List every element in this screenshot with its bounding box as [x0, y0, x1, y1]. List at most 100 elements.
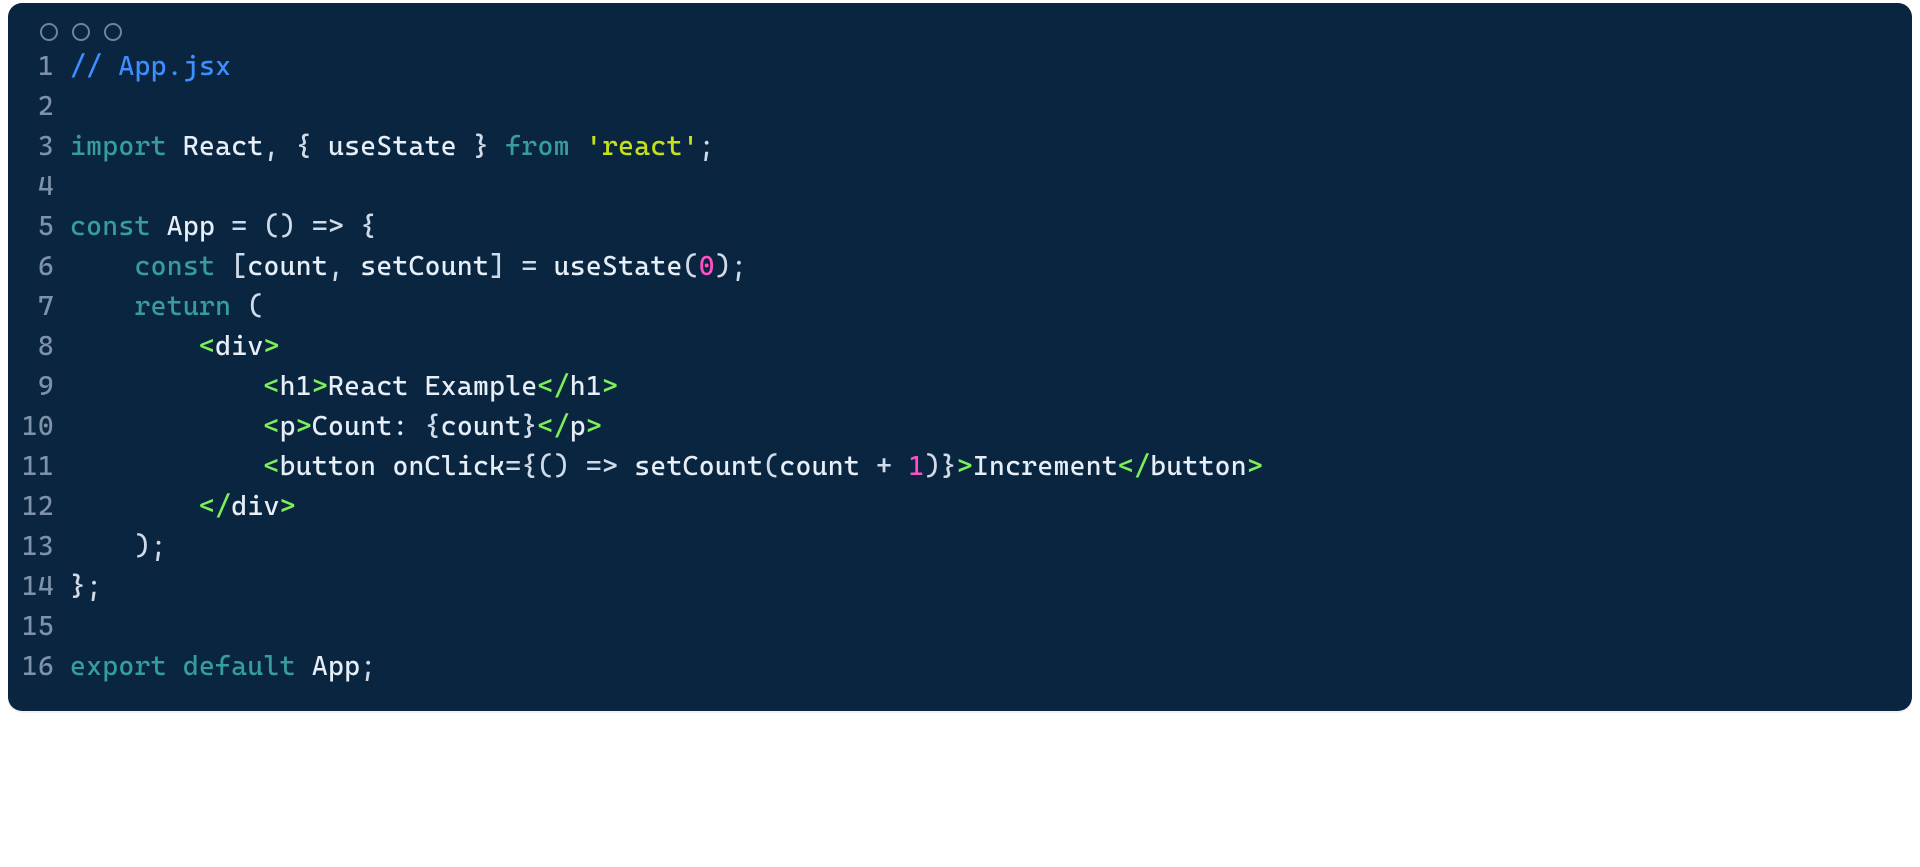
punct-token: = [521, 251, 537, 282]
tag-close-icon: > [602, 371, 618, 402]
punct-token: { [425, 411, 441, 442]
punct-token: ; [731, 251, 747, 282]
identifier-token: App [167, 211, 215, 242]
code-line: 4 [18, 167, 1902, 207]
code-content: </div> [70, 487, 296, 527]
punct-token: ; [86, 571, 102, 602]
punct-token: = [505, 451, 521, 482]
code-content: <p>Count: {count}</p> [70, 407, 602, 447]
punct-token: ; [360, 651, 376, 682]
identifier-token: count [779, 451, 860, 482]
code-content: export default App; [70, 647, 376, 687]
code-line: 7 return ( [18, 287, 1902, 327]
jsx-text-token: Increment [973, 451, 1118, 482]
tag-name-token: button [280, 451, 377, 482]
identifier-token: React [183, 131, 264, 162]
identifier-token: useState [328, 131, 457, 162]
code-content: <div> [70, 327, 280, 367]
code-content: }; [70, 567, 102, 607]
code-line: 3 import React, { useState } from 'react… [18, 127, 1902, 167]
tag-close-icon: > [312, 371, 328, 402]
punct-token: ) [924, 451, 940, 482]
tag-name-token: button [1150, 451, 1247, 482]
tag-open-icon: </ [1118, 451, 1150, 482]
punct-token: ; [699, 131, 715, 162]
jsx-text-token: React Example [328, 371, 538, 402]
tag-close-icon: > [586, 411, 602, 442]
punct-token: , [328, 251, 344, 282]
identifier-token: count [441, 411, 522, 442]
code-line: 11 <button onClick={() => setCount(count… [18, 447, 1902, 487]
punct-token: ( [683, 251, 699, 282]
tag-open-icon: < [263, 451, 279, 482]
code-content: const [count, setCount] = useState(0); [70, 247, 747, 287]
code-line: 5 const App = () => { [18, 207, 1902, 247]
punct-token: } [70, 571, 86, 602]
line-number: 4 [18, 167, 70, 207]
comment-token: // App.jsx [70, 51, 231, 82]
punct-token: ) [280, 211, 296, 242]
punct-token: } [941, 451, 957, 482]
keyword-token: import [70, 131, 167, 162]
code-editor-window: 1 // App.jsx 2 3 import React, { useStat… [8, 3, 1912, 711]
line-number: 8 [18, 327, 70, 367]
keyword-token: const [134, 251, 215, 282]
code-area[interactable]: 1 // App.jsx 2 3 import React, { useStat… [8, 47, 1912, 687]
tag-open-icon: < [199, 331, 215, 362]
line-number: 6 [18, 247, 70, 287]
keyword-token: from [505, 131, 569, 162]
code-content: return ( [70, 287, 263, 327]
tag-name-token: p [570, 411, 586, 442]
line-number: 9 [18, 367, 70, 407]
line-number: 16 [18, 647, 70, 687]
code-line: 16 export default App; [18, 647, 1902, 687]
line-number: 7 [18, 287, 70, 327]
window-minimize-icon[interactable] [72, 23, 90, 41]
tag-close-icon: > [280, 491, 296, 522]
tag-open-icon: </ [199, 491, 231, 522]
punct-token: ( [247, 291, 263, 322]
keyword-token: default [183, 651, 296, 682]
code-line: 6 const [count, setCount] = useState(0); [18, 247, 1902, 287]
tag-close-icon: > [296, 411, 312, 442]
code-line: 10 <p>Count: {count}</p> [18, 407, 1902, 447]
punct-token: ; [151, 531, 167, 562]
tag-open-icon: </ [538, 411, 570, 442]
string-token: 'react' [586, 131, 699, 162]
punct-token: ) [134, 531, 150, 562]
line-number: 11 [18, 447, 70, 487]
line-number: 5 [18, 207, 70, 247]
keyword-token: export [70, 651, 167, 682]
identifier-token: App [312, 651, 360, 682]
punct-token: { [360, 211, 376, 242]
punct-token: } [521, 411, 537, 442]
punct-token: { [521, 451, 537, 482]
code-content: import React, { useState } from 'react'; [70, 127, 715, 167]
code-line: 9 <h1>React Example</h1> [18, 367, 1902, 407]
tag-open-icon: < [263, 371, 279, 402]
number-token: 1 [908, 451, 924, 482]
punct-token: ) [554, 451, 570, 482]
punct-token: { [296, 131, 312, 162]
operator-token: + [876, 451, 892, 482]
code-line: 2 [18, 87, 1902, 127]
tag-open-icon: </ [538, 371, 570, 402]
punct-token: , [263, 131, 279, 162]
code-content: // App.jsx [70, 47, 231, 87]
identifier-token: setCount [360, 251, 489, 282]
window-maximize-icon[interactable] [104, 23, 122, 41]
window-close-icon[interactable] [40, 23, 58, 41]
tag-name-token: p [280, 411, 296, 442]
code-line: 8 <div> [18, 327, 1902, 367]
code-line: 13 ); [18, 527, 1902, 567]
tag-open-icon: < [263, 411, 279, 442]
tag-close-icon: > [263, 331, 279, 362]
tag-close-icon: > [957, 451, 973, 482]
identifier-token: setCount [634, 451, 763, 482]
line-number: 1 [18, 47, 70, 87]
line-number: 2 [18, 87, 70, 127]
window-titlebar [8, 3, 1912, 47]
arrow-token: => [312, 211, 344, 242]
line-number: 3 [18, 127, 70, 167]
code-line: 1 // App.jsx [18, 47, 1902, 87]
